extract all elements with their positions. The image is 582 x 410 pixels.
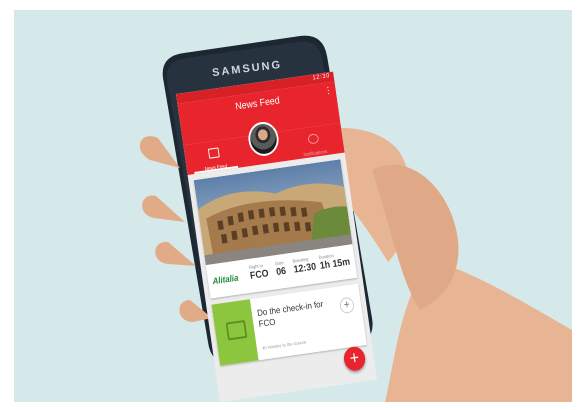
flight-boarding: Boarding 12:30 (292, 256, 317, 276)
airline-logo: Alitalia (211, 272, 240, 287)
scene: SAMSUNG 12:30 News Feed ⋮ News Feed Noti… (0, 0, 582, 410)
flight-gate-value: 06 (275, 265, 287, 279)
flight-destination-value: FCO (249, 268, 270, 282)
checkin-add-button[interactable]: + (338, 296, 356, 315)
tab-notifications[interactable]: Notifications (290, 128, 337, 160)
bell-icon (307, 133, 320, 145)
tab-notifications-label: Notifications (303, 149, 328, 159)
flight-card[interactable]: Alitalia Flight to FCO Gate 06 Boarding … (193, 159, 358, 299)
flight-gate: Gate 06 (275, 260, 287, 278)
checkin-side-panel (211, 299, 259, 366)
checkin-subtitle: 40 minutes to the closure (261, 339, 307, 351)
flight-boarding-value: 12:30 (293, 261, 317, 276)
more-vert-icon[interactable]: ⋮ (324, 85, 333, 96)
add-fab-button[interactable]: + (342, 345, 367, 373)
flight-duration: Duration 1h 15m (318, 251, 350, 272)
status-time: 12:30 (312, 73, 331, 82)
checkin-title: Do the check-in for FCO (256, 298, 324, 329)
list-icon (207, 147, 220, 159)
flight-destination: Flight to FCO (249, 262, 270, 282)
luggage-icon (225, 319, 248, 341)
